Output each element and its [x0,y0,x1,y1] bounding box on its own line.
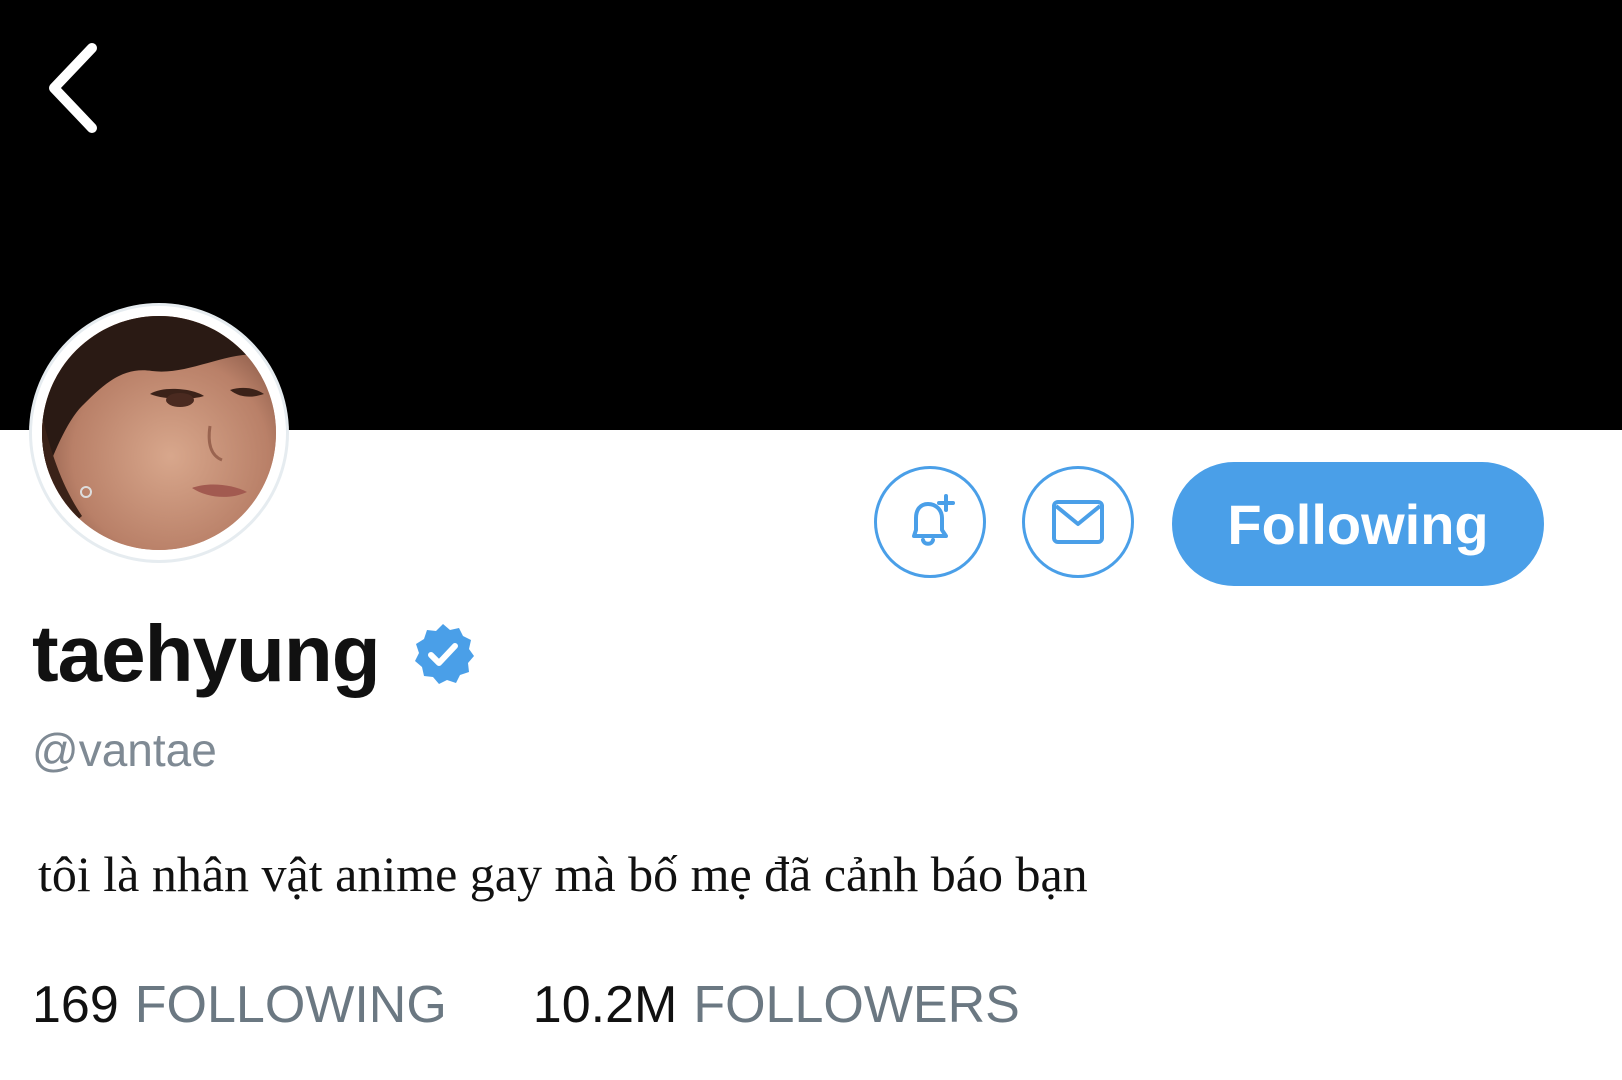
avatar[interactable] [32,306,286,560]
name-row: taehyung [32,608,476,700]
chevron-left-icon [49,43,97,133]
back-button[interactable] [40,38,110,138]
followers-label: FOLLOWERS [693,976,1020,1034]
user-handle: @vantae [32,724,217,776]
followers-stat[interactable]: 10.2M FOLLOWERS [533,974,1020,1036]
profile-page: Following taehyung @vantae tôi là nhân v… [0,0,1622,1080]
following-stat[interactable]: 169 FOLLOWING [32,974,447,1036]
verified-badge-icon [414,624,474,684]
envelope-icon [1052,500,1104,544]
display-name: taehyung [32,609,381,698]
notifications-button[interactable] [874,466,986,578]
profile-bio: tôi là nhân vật anime gay mà bố mẹ đã cả… [38,846,1088,902]
following-count: 169 [32,976,119,1034]
bell-plus-icon [912,494,955,546]
following-label: FOLLOWING [134,976,447,1034]
profile-stats: 169 FOLLOWING 10.2M FOLLOWERS [32,974,1020,1036]
following-button[interactable]: Following [1172,462,1544,586]
followers-count: 10.2M [532,976,678,1034]
message-button[interactable] [1022,466,1134,578]
avatar-photo [42,316,276,550]
